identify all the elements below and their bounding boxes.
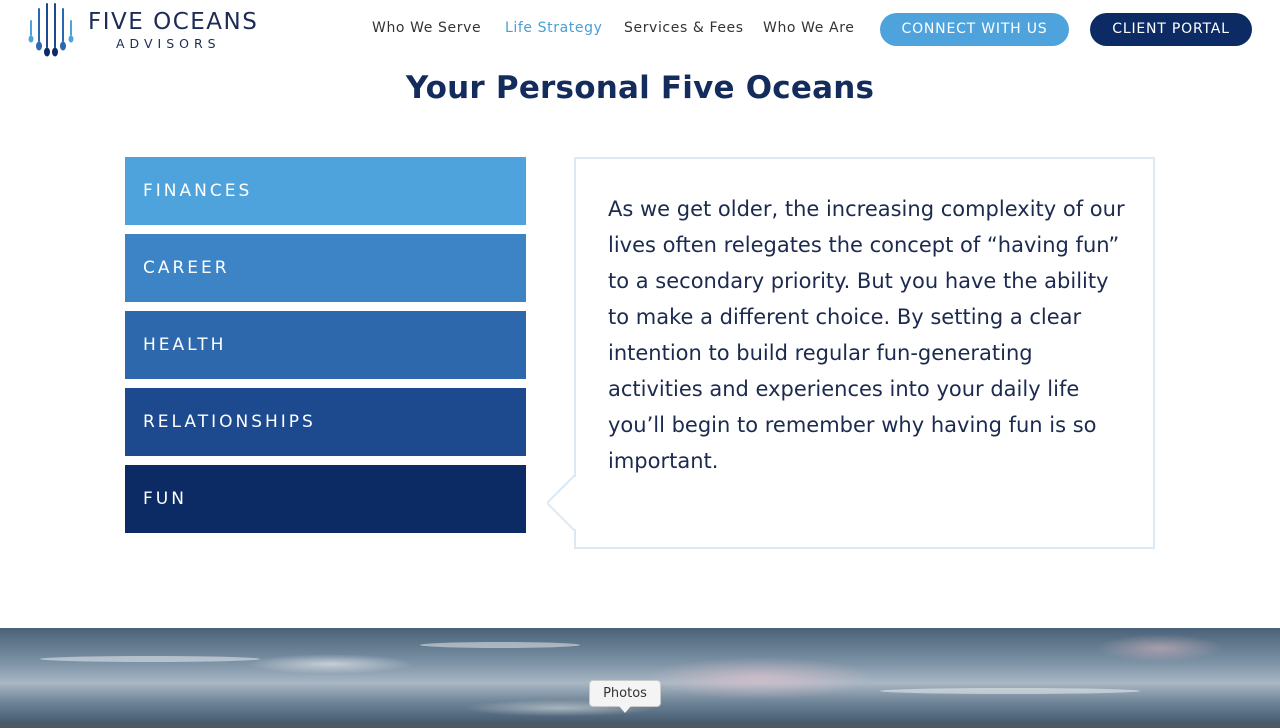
tab-health[interactable]: HEALTH: [125, 311, 526, 379]
bottom-bar: [0, 722, 1280, 728]
tab-career[interactable]: CAREER: [125, 234, 526, 302]
tab-finances[interactable]: FINANCES: [125, 157, 526, 225]
brand-name: FIVE OCEANS: [88, 9, 259, 35]
nav-who-we-are[interactable]: Who We Are: [763, 20, 854, 36]
photos-tooltip: Photos: [589, 680, 661, 707]
tab-relationships[interactable]: RELATIONSHIPS: [125, 388, 526, 456]
nav-life-strategy[interactable]: Life Strategy: [505, 20, 602, 36]
wave-highlight: [420, 642, 580, 648]
nav-who-we-serve[interactable]: Who We Serve: [372, 20, 481, 36]
client-portal-button[interactable]: CLIENT PORTAL: [1090, 13, 1252, 46]
brand-subtitle: ADVISORS: [116, 36, 221, 51]
connect-with-us-button[interactable]: CONNECT WITH US: [880, 13, 1069, 46]
tab-content-text: As we get older, the increasing complexi…: [608, 197, 1125, 473]
page: FIVE OCEANS ADVISORS Who We Serve Life S…: [0, 0, 1280, 728]
tab-fun[interactable]: FUN: [125, 465, 526, 533]
site-header: FIVE OCEANS ADVISORS Who We Serve Life S…: [0, 0, 1280, 60]
wave-highlight: [40, 656, 260, 662]
panel-pointer: [547, 475, 577, 531]
site-logo[interactable]: FIVE OCEANS ADVISORS: [26, 3, 276, 57]
ocean-photo: [0, 628, 1280, 728]
tooltip-tail: [619, 706, 631, 713]
five-drops-logo-icon: [28, 3, 74, 57]
section-title: Your Personal Five Oceans: [405, 70, 875, 106]
nav-services-fees[interactable]: Services & Fees: [624, 20, 744, 36]
wave-highlight: [880, 688, 1140, 694]
